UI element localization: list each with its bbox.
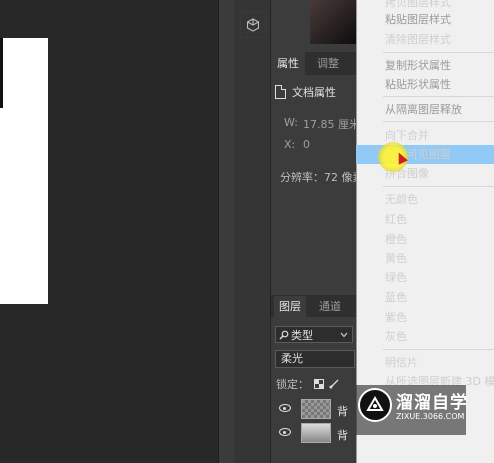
menu-item-violet[interactable]: 紫色 bbox=[356, 308, 494, 327]
lock-label: 锁定： bbox=[276, 378, 309, 391]
width-value[interactable]: 17.85 厘米 bbox=[303, 116, 360, 132]
document-properties-header: 文档属性 bbox=[275, 82, 336, 102]
menu-item-merge-down[interactable]: 向下合并 bbox=[356, 126, 494, 145]
menu-separator bbox=[383, 96, 494, 97]
layer-filter-select[interactable]: 类型 bbox=[275, 326, 353, 343]
panel-icon-dock bbox=[234, 0, 271, 463]
menu-item-gray[interactable]: 灰色 bbox=[356, 327, 494, 346]
document-image-edge bbox=[0, 38, 3, 108]
search-icon bbox=[279, 330, 289, 339]
x-label: X: bbox=[284, 138, 296, 151]
layer-filter-label: 类型 bbox=[291, 328, 313, 342]
watermark-url: ZIXUE.3066.COM bbox=[396, 412, 465, 421]
document-image bbox=[0, 38, 48, 304]
tab-properties[interactable]: 属性 bbox=[271, 52, 305, 75]
panel-divider-line bbox=[218, 0, 219, 463]
panel-divider bbox=[218, 0, 234, 463]
menu-item-merge-visible[interactable]: 合并可见图层 bbox=[356, 145, 494, 164]
visibility-eye-icon[interactable] bbox=[279, 428, 291, 436]
menu-item-clear-layer-style[interactable]: 清除图层样式 bbox=[356, 30, 494, 49]
lock-row: 锁定： bbox=[276, 376, 339, 392]
blend-mode-select[interactable]: 柔光 bbox=[275, 350, 355, 368]
lock-transparency-icon[interactable] bbox=[314, 379, 324, 389]
layer-name: 背 bbox=[337, 429, 348, 442]
document-properties-label: 文档属性 bbox=[292, 86, 336, 99]
width-label: W: bbox=[284, 116, 298, 129]
3d-cube-icon[interactable] bbox=[240, 12, 266, 38]
menu-separator bbox=[383, 349, 494, 350]
menu-item-flatten-image[interactable]: 拼合图像 bbox=[356, 164, 494, 183]
menu-item-red[interactable]: 红色 bbox=[356, 210, 494, 229]
menu-item-paste-shape-attributes[interactable]: 粘贴形状属性 bbox=[356, 75, 494, 94]
layer-thumbnail bbox=[301, 423, 331, 443]
menu-item-orange[interactable]: 橙色 bbox=[356, 230, 494, 249]
menu-item-blue[interactable]: 蓝色 bbox=[356, 288, 494, 307]
menu-item-paste-layer-style[interactable]: 粘贴图层样式 bbox=[356, 10, 494, 29]
tab-channels[interactable]: 通道 bbox=[313, 296, 347, 317]
tab-layers[interactable]: 图层 bbox=[274, 296, 306, 317]
menu-item-green[interactable]: 绿色 bbox=[356, 268, 494, 287]
watermark-logo-icon bbox=[358, 388, 392, 422]
chevron-down-icon bbox=[340, 332, 348, 337]
resolution-text: 分辨率：72 像素 bbox=[280, 171, 364, 184]
x-value[interactable]: 0 bbox=[303, 138, 310, 151]
color-picker-field[interactable] bbox=[310, 0, 356, 44]
menu-separator bbox=[383, 52, 494, 53]
brush-icon[interactable] bbox=[329, 379, 339, 389]
layer-thumbnail bbox=[301, 399, 331, 419]
layer-name: 背 bbox=[337, 405, 348, 418]
visibility-eye-icon[interactable] bbox=[279, 404, 291, 412]
menu-item-no-color[interactable]: 无颜色 bbox=[356, 190, 494, 209]
menu-separator bbox=[383, 186, 494, 187]
menu-item-yellow[interactable]: 黄色 bbox=[356, 249, 494, 268]
watermark-title: 溜溜自学 bbox=[396, 393, 468, 413]
menu-item-release-from-isolation[interactable]: 从隔离图层释放 bbox=[356, 100, 494, 119]
tab-adjustments[interactable]: 调整 bbox=[311, 52, 345, 75]
document-icon bbox=[275, 85, 286, 99]
menu-item-postcard[interactable]: 明信片 bbox=[356, 353, 494, 372]
layer-row[interactable]: 背 bbox=[271, 421, 361, 447]
menu-item-copy-shape-attributes[interactable]: 复制形状属性 bbox=[356, 56, 494, 75]
layer-row[interactable]: 背 bbox=[271, 397, 361, 423]
menu-separator bbox=[383, 121, 494, 122]
